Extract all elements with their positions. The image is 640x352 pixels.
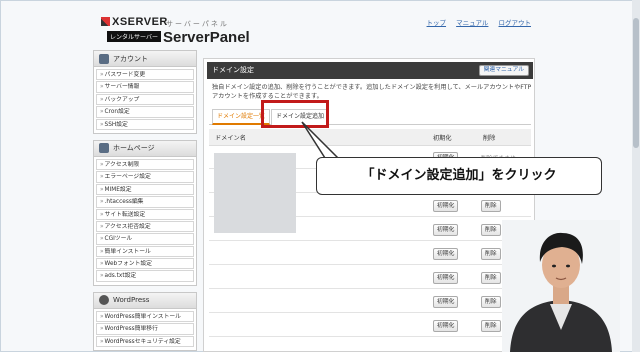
presenter-avatar	[502, 220, 620, 352]
column-delete: 削除	[483, 135, 496, 142]
blurred-domain-names	[214, 153, 296, 233]
table-row: 初期化 削除	[209, 291, 531, 313]
sidebar-item-site-redirect[interactable]: サイト転送設定	[96, 208, 194, 220]
homepage-icon	[99, 143, 109, 154]
sidebar-item-cron[interactable]: Cron設定	[96, 106, 194, 118]
sidebar-item-easy-install[interactable]: 簡単インストール	[96, 245, 194, 258]
sidebar: アカウント パスワード変更 サーバー情報 バックアップ Cron設定 SSH設定…	[93, 50, 197, 352]
delete-button[interactable]: 削除	[481, 272, 501, 284]
sidebar-item-access-deny[interactable]: アクセス拒否設定	[96, 220, 194, 233]
init-button[interactable]: 初期化	[433, 320, 459, 332]
delete-button[interactable]: 削除	[481, 248, 501, 260]
sidebar-section-wordpress: WordPress	[93, 291, 197, 309]
sidebar-item-wp-security[interactable]: WordPressセキュリティ設定	[96, 335, 194, 348]
page-title: ドメイン設定 関連マニュアル	[207, 62, 533, 79]
column-init: 初期化	[433, 135, 452, 142]
init-button[interactable]: 初期化	[433, 224, 459, 236]
related-manual-button[interactable]: 関連マニュアル	[478, 65, 529, 76]
delete-button[interactable]: 削除	[481, 320, 501, 332]
logo-title: ServerPanel	[163, 29, 250, 46]
sidebar-item-wp-install[interactable]: WordPress簡単インストール	[96, 310, 194, 323]
table-row: 初期化 削除	[209, 267, 531, 289]
sidebar-section-title: アカウント	[113, 54, 148, 63]
init-button[interactable]: 初期化	[433, 272, 459, 284]
callout-text: 「ドメイン設定追加」をクリック	[361, 168, 557, 183]
panel-header: XSERVER レンタルサーバー サーバーパネル ServerPanel トップ…	[93, 10, 535, 50]
delete-button[interactable]: 削除	[481, 200, 501, 212]
sidebar-item-wp-migrate[interactable]: WordPress簡単移行	[96, 323, 194, 335]
init-button[interactable]: 初期化	[433, 296, 459, 308]
sidebar-section-homepage: ホームページ	[93, 139, 197, 157]
tab-bar: ドメイン設定一覧 ドメイン設定追加	[209, 109, 531, 125]
scroll-thumb[interactable]	[633, 18, 639, 148]
sidebar-item-ads-txt[interactable]: ads.txt設定	[96, 270, 194, 282]
instruction-callout: 「ドメイン設定追加」をクリック	[316, 157, 602, 195]
delete-button[interactable]: 削除	[481, 224, 501, 236]
table-header: ドメイン名 初期化 削除	[209, 129, 531, 146]
logo-kana: サーバーパネル	[166, 20, 229, 28]
top-links: トップ マニュアル ログアウト	[419, 17, 531, 27]
sidebar-item-backup[interactable]: バックアップ	[96, 93, 194, 106]
scrollbar[interactable]	[632, 0, 640, 352]
sidebar-item-error-page[interactable]: エラーページ設定	[96, 171, 194, 183]
sidebar-item-access-limit[interactable]: アクセス制限	[96, 158, 194, 171]
sidebar-section-title: WordPress	[113, 296, 150, 305]
logo-tagline: レンタルサーバー	[107, 31, 161, 42]
page-title-text: ドメイン設定	[212, 66, 254, 74]
sidebar-item-password[interactable]: パスワード変更	[96, 69, 194, 81]
logo-text: XSERVER	[101, 16, 168, 28]
account-icon	[99, 53, 109, 64]
sidebar-item-webfont[interactable]: Webフォント設定	[96, 258, 194, 270]
init-button[interactable]: 初期化	[433, 248, 459, 260]
sidebar-section-title: ホームページ	[113, 144, 155, 153]
logout-link[interactable]: ログアウト	[499, 19, 532, 27]
sidebar-item-ssh[interactable]: SSH設定	[96, 118, 194, 130]
init-button[interactable]: 初期化	[433, 200, 459, 212]
sidebar-item-cgi[interactable]: CGIツール	[96, 233, 194, 245]
top-link[interactable]: トップ	[427, 19, 447, 27]
sidebar-section-account: アカウント	[93, 50, 197, 67]
delete-button[interactable]: 削除	[481, 296, 501, 308]
page-description: 独自ドメイン設定の追加、削除を行うことができます。追加したドメイン設定を利用して…	[212, 84, 532, 100]
wordpress-icon	[99, 295, 109, 306]
table-row: 初期化 削除	[209, 243, 531, 265]
domain-settings-panel: ドメイン設定 関連マニュアル 独自ドメイン設定の追加、削除を行うことができます。…	[203, 58, 535, 352]
sidebar-item-mime[interactable]: MIME設定	[96, 183, 194, 196]
manual-link[interactable]: マニュアル	[456, 19, 488, 27]
sidebar-item-server-info[interactable]: サーバー情報	[96, 81, 194, 93]
table-row: 初期化 削除	[209, 315, 531, 337]
sidebar-item-htaccess[interactable]: .htaccess編集	[96, 196, 194, 208]
xserver-logo[interactable]: XSERVER レンタルサーバー サーバーパネル ServerPanel	[93, 10, 250, 50]
column-domain: ドメイン名	[215, 135, 246, 142]
